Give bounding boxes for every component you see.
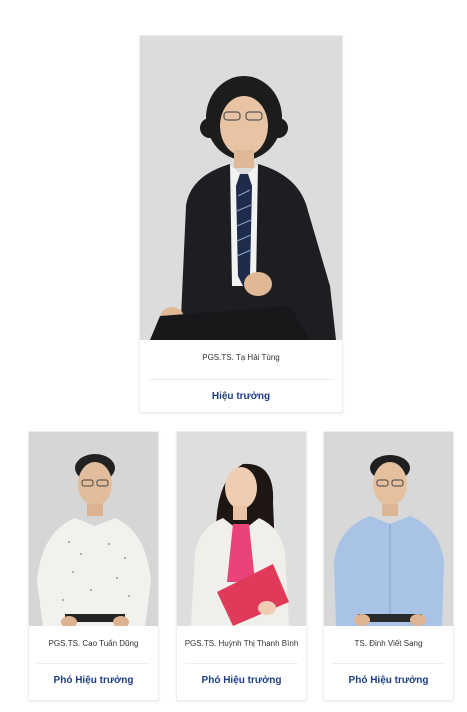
deputy-name: PGS.TS. Cao Tuấn Dũng (48, 639, 139, 648)
deputy-card[interactable]: PGS.TS. Huỳnh Thị Thanh Bình Phó Hiệu tr… (177, 432, 306, 700)
deputy-name: TS. Đinh Viết Sang (354, 639, 423, 648)
leader-photo (140, 36, 342, 340)
leader-card[interactable]: PGS.TS. Tạ Hải Tùng Hiệu trưởng (140, 36, 342, 412)
deputy-card[interactable]: TS. Đinh Viết Sang Phó Hiệu trưởng (324, 432, 453, 700)
leader-role-link[interactable]: Hiệu trưởng (140, 391, 342, 402)
divider (185, 663, 298, 664)
leader-name: PGS.TS. Tạ Hải Tùng (202, 353, 280, 362)
deputy-photo (324, 432, 453, 626)
deputy-card[interactable]: PGS.TS. Cao Tuấn Dũng Phó Hiệu trưởng (29, 432, 158, 700)
divider (148, 379, 334, 380)
deputy-name: PGS.TS. Huỳnh Thị Thanh Bình (184, 639, 299, 648)
divider (37, 663, 150, 664)
deputy-role-link[interactable]: Phó Hiệu trưởng (29, 675, 158, 686)
divider (332, 663, 445, 664)
deputy-role-link[interactable]: Phó Hiệu trưởng (177, 675, 306, 686)
deputy-role-link[interactable]: Phó Hiệu trưởng (324, 675, 453, 686)
deputy-photo (29, 432, 158, 626)
deputy-photo (177, 432, 306, 626)
